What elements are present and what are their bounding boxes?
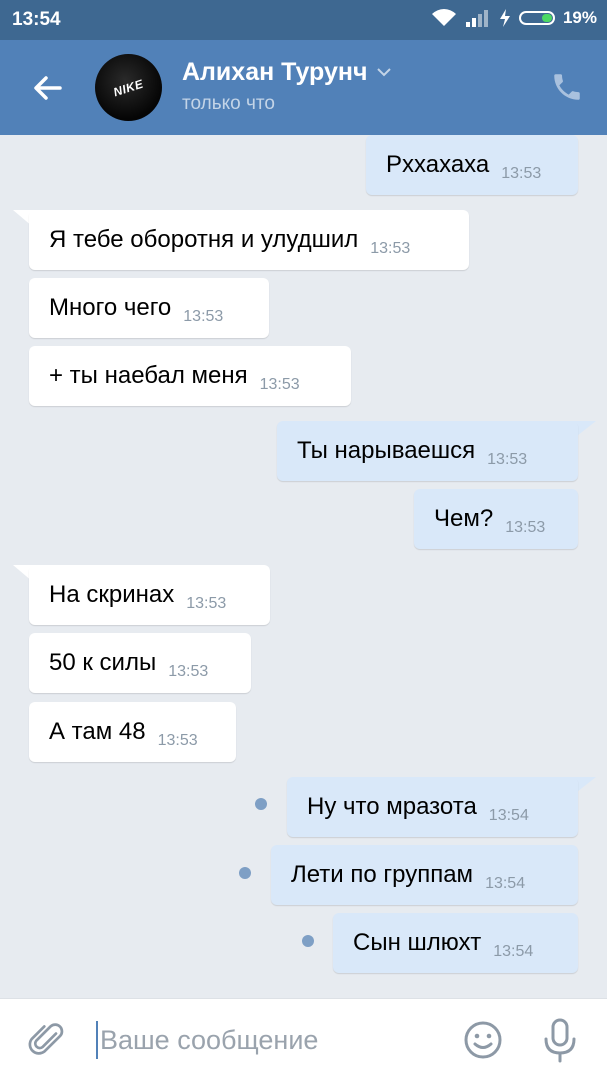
unread-indicator — [255, 798, 267, 810]
battery-icon — [518, 11, 555, 25]
message-time: 13:53 — [501, 165, 542, 182]
status-time: 13:54 — [12, 9, 61, 30]
chevron-down-icon[interactable] — [376, 64, 392, 80]
message-bubble-outgoing[interactable]: Рххахаха 13:53 — [366, 135, 578, 195]
status-bar: 13:54 19% — [0, 0, 607, 40]
message-text: На скринах — [49, 581, 175, 608]
unread-indicator — [239, 867, 251, 879]
message-text: 50 к силы — [49, 649, 157, 676]
message-bubble-incoming[interactable]: А там 48 13:53 — [29, 702, 236, 762]
avatar[interactable]: NIKE — [95, 54, 162, 121]
message-bubble-incoming[interactable]: На скринах 13:53 — [29, 565, 270, 625]
message-text: А там 48 — [49, 718, 146, 745]
text-cursor — [96, 1021, 98, 1059]
wifi-icon — [431, 9, 456, 26]
message-text: Я тебе оборотня и улудшил — [49, 226, 359, 253]
contact-name[interactable]: Алихан Турунч — [182, 58, 368, 87]
message-time: 13:53 — [505, 519, 546, 536]
message-text: Рххахаха — [386, 151, 490, 178]
battery-percent: 19% — [562, 8, 597, 27]
message-bubble-outgoing[interactable]: Чем? 13:53 — [414, 489, 578, 549]
message-composer: Ваше сообщение — [0, 998, 607, 1081]
message-bubble-outgoing[interactable]: Сын шлюхт 13:54 — [333, 913, 578, 973]
message-bubble-outgoing[interactable]: Ты нарываешся 13:53 — [277, 421, 578, 481]
message-bubble-incoming[interactable]: Я тебе оборотня и улудшил 13:53 — [29, 210, 469, 270]
message-time: 13:54 — [488, 807, 529, 824]
message-text: Чем? — [434, 505, 494, 532]
message-time: 13:53 — [157, 732, 198, 749]
message-bubble-outgoing[interactable]: Ну что мразота 13:54 — [287, 777, 578, 837]
message-time: 13:53 — [259, 376, 300, 393]
message-bubble-incoming[interactable]: 50 к силы 13:53 — [29, 633, 251, 693]
chat-header: NIKE Алихан Турунч только что — [0, 40, 607, 135]
message-bubble-incoming[interactable]: + ты наебал меня 13:53 — [29, 346, 351, 406]
avatar-logo: NIKE — [111, 76, 146, 99]
message-bubble-incoming[interactable]: Много чего 13:53 — [29, 278, 269, 338]
contact-status: только что — [182, 93, 275, 114]
message-text: Лети по группам — [291, 861, 474, 888]
unread-indicator — [302, 935, 314, 947]
message-text: Ты нарываешся — [297, 437, 476, 464]
message-input[interactable]: Ваше сообщение — [100, 1025, 318, 1056]
message-bubble-outgoing[interactable]: Лети по группам 13:54 — [271, 845, 578, 905]
message-text: Ну что мразота — [307, 793, 477, 820]
microphone-icon[interactable] — [540, 1017, 580, 1063]
smile-icon[interactable] — [462, 1019, 504, 1061]
arrow-left-icon[interactable] — [30, 70, 66, 106]
message-text: + ты наебал меня — [49, 362, 248, 389]
message-time: 13:53 — [186, 595, 227, 612]
message-time: 13:53 — [487, 451, 528, 468]
message-time: 13:54 — [493, 943, 534, 960]
message-time: 13:53 — [183, 308, 224, 325]
message-text: Много чего — [49, 294, 172, 321]
phone-icon[interactable] — [550, 70, 584, 104]
signal-icon — [465, 10, 488, 27]
message-time: 13:53 — [168, 663, 209, 680]
message-time: 13:54 — [485, 875, 526, 892]
message-text: Сын шлюхт — [353, 929, 482, 956]
message-time: 13:53 — [370, 240, 411, 257]
charging-icon — [499, 9, 510, 27]
paperclip-icon[interactable] — [26, 1019, 68, 1061]
status-icons: 19% — [431, 8, 597, 28]
